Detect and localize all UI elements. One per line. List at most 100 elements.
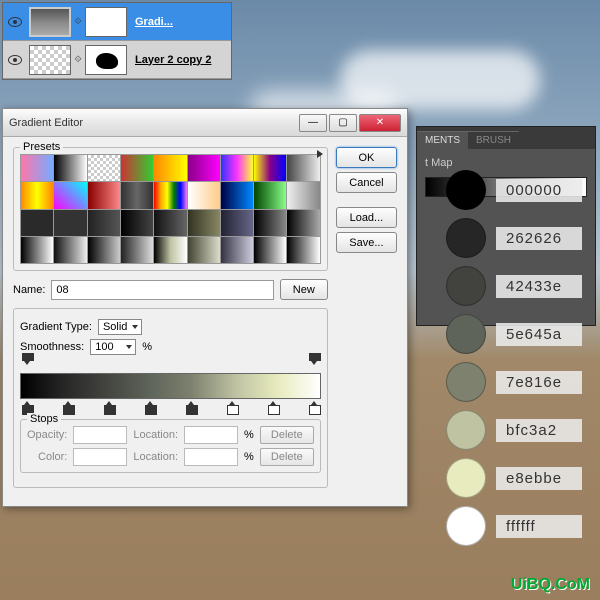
color-stop[interactable] (104, 401, 114, 413)
tab-adjustments[interactable]: MENTS (417, 131, 468, 149)
preset-swatch[interactable] (221, 210, 253, 236)
gradient-type-label: Gradient Type: (20, 321, 92, 333)
layer-row-gradient-map[interactable]: ⟐ Gradi... (3, 3, 231, 41)
preset-swatch[interactable] (221, 182, 253, 208)
layers-panel: ⟐ Gradi... ⟐ Layer 2 copy 2 (2, 2, 232, 80)
cancel-button[interactable]: Cancel (336, 172, 397, 193)
color-stop[interactable] (268, 401, 278, 413)
name-input[interactable] (51, 280, 273, 300)
color-swatch (446, 266, 486, 306)
load-button[interactable]: Load... (336, 207, 397, 228)
preset-swatch[interactable] (254, 237, 286, 263)
ok-button[interactable]: OK (336, 147, 397, 168)
preset-swatch[interactable] (287, 155, 319, 181)
color-stop[interactable] (63, 401, 73, 413)
presets-fieldset: Presets (13, 147, 328, 271)
gradient-editor-window: Gradient Editor — ▢ ✕ Presets Name: New … (2, 108, 408, 507)
preset-swatch[interactable] (88, 237, 120, 263)
color-swatch (446, 314, 486, 354)
location-input[interactable] (184, 426, 238, 444)
flyout-menu-icon[interactable] (317, 150, 323, 158)
preset-swatch[interactable] (21, 237, 53, 263)
preset-swatch[interactable] (54, 210, 86, 236)
preset-swatch[interactable] (254, 155, 286, 181)
preset-swatch[interactable] (21, 182, 53, 208)
preset-swatch[interactable] (121, 210, 153, 236)
tab-brush[interactable]: BRUSH (468, 131, 519, 149)
color-item: 5e645a (446, 314, 582, 354)
visibility-icon[interactable] (8, 17, 22, 27)
layer-name[interactable]: Gradi... (135, 16, 173, 28)
save-button[interactable]: Save... (336, 232, 397, 253)
minimize-button[interactable]: — (299, 114, 327, 132)
name-label: Name: (13, 284, 45, 296)
hex-label: 5e645a (496, 323, 582, 346)
color-stop[interactable] (145, 401, 155, 413)
hex-label: 42433e (496, 275, 582, 298)
maximize-button[interactable]: ▢ (329, 114, 357, 132)
opacity-stop[interactable] (22, 355, 32, 365)
color-stop[interactable] (309, 401, 319, 413)
preset-swatch[interactable] (88, 155, 120, 181)
preset-swatch[interactable] (287, 182, 319, 208)
preset-swatch[interactable] (221, 237, 253, 263)
percent-label: % (142, 341, 152, 353)
preset-swatch[interactable] (154, 155, 186, 181)
smoothness-input[interactable]: 100 (90, 339, 136, 355)
preset-swatch[interactable] (188, 182, 220, 208)
preset-swatch[interactable] (88, 210, 120, 236)
preset-swatch[interactable] (121, 182, 153, 208)
delete-opacity-stop-button[interactable]: Delete (260, 426, 314, 444)
gradient-type-select[interactable]: Solid (98, 319, 142, 335)
opacity-stops-row (20, 355, 321, 365)
delete-color-stop-button[interactable]: Delete (260, 448, 314, 466)
preset-swatch[interactable] (254, 210, 286, 236)
preset-swatch[interactable] (188, 155, 220, 181)
preset-swatch[interactable] (287, 210, 319, 236)
layer-mask-thumbnail[interactable] (85, 7, 127, 37)
preset-swatch[interactable] (154, 182, 186, 208)
preset-swatch[interactable] (287, 237, 319, 263)
preset-swatch[interactable] (154, 210, 186, 236)
color-item: 000000 (446, 170, 582, 210)
layer-thumbnail[interactable] (29, 7, 71, 37)
gradient-bar[interactable] (20, 373, 321, 399)
preset-swatch[interactable] (54, 237, 86, 263)
preset-swatch[interactable] (121, 237, 153, 263)
preset-swatch[interactable] (254, 182, 286, 208)
preset-swatch[interactable] (54, 155, 86, 181)
color-label: Color: (27, 451, 67, 463)
color-swatch-list: 00000026262642433e5e645a7e816ebfc3a2e8eb… (446, 170, 582, 546)
preset-swatch[interactable] (121, 155, 153, 181)
color-swatch (446, 218, 486, 258)
opacity-stop[interactable] (309, 355, 319, 365)
layer-mask-thumbnail[interactable] (85, 45, 127, 75)
preset-swatch[interactable] (221, 155, 253, 181)
color-stop[interactable] (186, 401, 196, 413)
visibility-icon[interactable] (8, 55, 22, 65)
preset-swatch[interactable] (54, 182, 86, 208)
preset-swatch[interactable] (21, 155, 53, 181)
preset-swatch[interactable] (88, 182, 120, 208)
close-button[interactable]: ✕ (359, 114, 401, 132)
preset-swatch[interactable] (154, 237, 186, 263)
new-button[interactable]: New (280, 279, 328, 300)
preset-swatch[interactable] (188, 237, 220, 263)
color-input[interactable] (73, 448, 127, 466)
layer-row-copy[interactable]: ⟐ Layer 2 copy 2 (3, 41, 231, 79)
color-item: 42433e (446, 266, 582, 306)
color-stop[interactable] (227, 401, 237, 413)
color-stop[interactable] (22, 401, 32, 413)
adjustment-heading: t Map (425, 157, 587, 169)
location-input[interactable] (184, 448, 238, 466)
color-item: 262626 (446, 218, 582, 258)
color-swatch (446, 458, 486, 498)
preset-swatch[interactable] (188, 210, 220, 236)
opacity-input[interactable] (73, 426, 127, 444)
layer-name[interactable]: Layer 2 copy 2 (135, 54, 211, 66)
layer-thumbnail[interactable] (29, 45, 71, 75)
preset-swatch[interactable] (21, 210, 53, 236)
window-titlebar[interactable]: Gradient Editor — ▢ ✕ (3, 109, 407, 137)
color-swatch (446, 410, 486, 450)
color-swatch (446, 170, 486, 210)
